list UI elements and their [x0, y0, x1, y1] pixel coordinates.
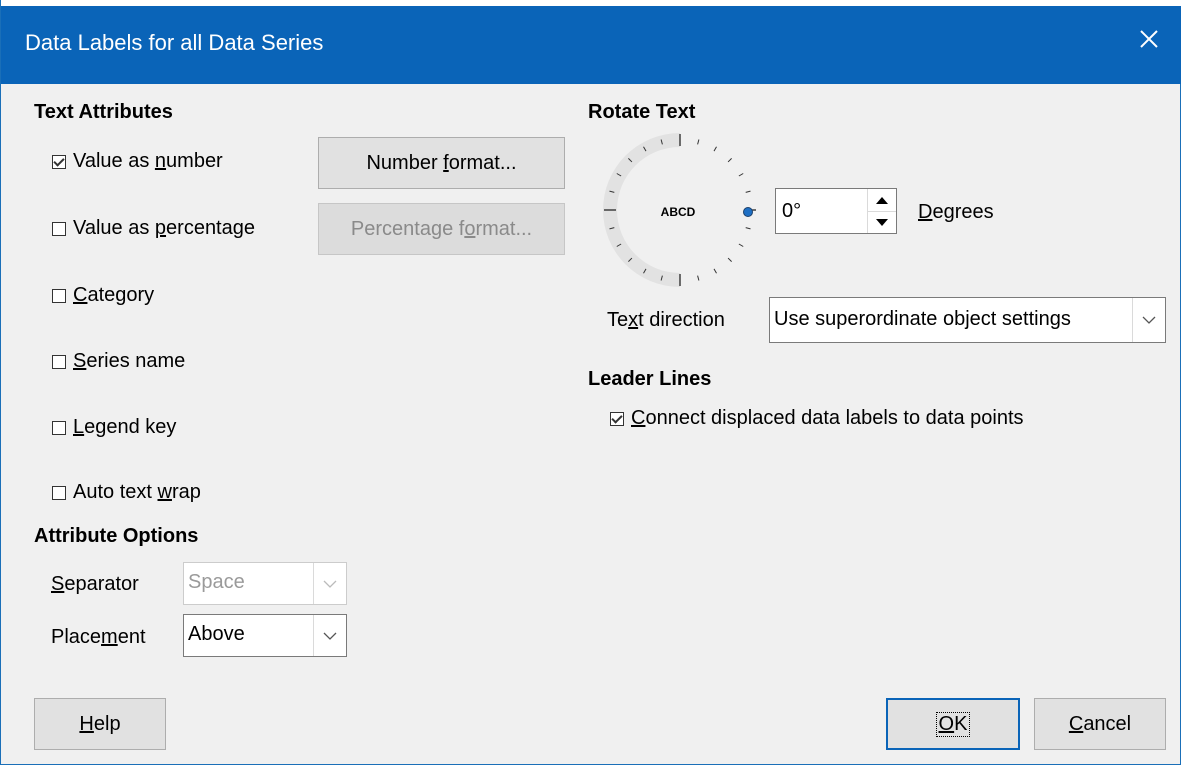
- dialog-title: Data Labels for all Data Series: [25, 30, 324, 55]
- spin-down-icon[interactable]: [868, 211, 896, 233]
- rotation-handle[interactable]: [743, 207, 753, 217]
- spin-up-icon[interactable]: [868, 189, 896, 212]
- value-as-number-label: Value as number: [73, 150, 223, 172]
- connect-leader-lines-label: Connect displaced data labels to data po…: [631, 407, 1024, 429]
- help-button[interactable]: Help: [34, 698, 166, 750]
- separator-label: Separator: [51, 573, 139, 595]
- legend-key-label: Legend key: [73, 416, 177, 438]
- series-name-checkbox[interactable]: Series name: [52, 350, 185, 373]
- number-format-button[interactable]: Number format...: [318, 137, 565, 189]
- dial-tick: [745, 190, 751, 193]
- text-direction-select[interactable]: Use superordinate object settings: [769, 297, 1166, 343]
- separator-select[interactable]: Space: [183, 562, 347, 605]
- rotation-dial[interactable]: ABCD: [600, 130, 760, 290]
- dial-tick: [697, 275, 700, 281]
- checkbox-box: [52, 485, 66, 500]
- auto-text-wrap-checkbox[interactable]: Auto text wrap: [52, 481, 201, 504]
- value-as-percentage-checkbox[interactable]: Value as percentage: [52, 217, 255, 240]
- series-name-label: Series name: [73, 350, 186, 372]
- dial-tick: [745, 227, 751, 230]
- value-as-percentage-label: Value as percentage: [73, 217, 255, 239]
- close-icon[interactable]: [1132, 22, 1166, 56]
- cancel-button[interactable]: Cancel: [1034, 698, 1166, 750]
- degrees-label: Degrees: [918, 201, 994, 223]
- category-label: Category: [73, 284, 155, 306]
- attribute-options-heading: Attribute Options: [34, 525, 199, 547]
- dial-tick: [738, 243, 744, 247]
- checkbox-box: [610, 411, 624, 426]
- leader-lines-heading: Leader Lines: [588, 368, 712, 390]
- connect-leader-lines-checkbox[interactable]: Connect displaced data labels to data po…: [610, 407, 1024, 430]
- dial-tick: [697, 139, 700, 145]
- text-attributes-heading: Text Attributes: [34, 101, 173, 123]
- title-bar-top-edge: [1, 0, 1181, 6]
- ok-button[interactable]: OK: [886, 698, 1020, 750]
- dial-tick: [713, 268, 717, 274]
- checkbox-box: [52, 420, 66, 435]
- percentage-format-button[interactable]: Percentage format...: [318, 203, 565, 255]
- dial-tick: [738, 173, 744, 177]
- rotate-text-heading: Rotate Text: [588, 101, 696, 123]
- category-checkbox[interactable]: Category: [52, 284, 154, 307]
- placement-select[interactable]: Above: [183, 614, 347, 657]
- checkbox-box: [52, 288, 66, 303]
- dial-tick: [727, 257, 732, 262]
- placement-label: Placement: [51, 626, 146, 648]
- checkbox-box: [52, 354, 66, 369]
- dialog-window: Data Labels for all Data Series Text Att…: [0, 0, 1181, 765]
- dial-tick: [713, 146, 717, 152]
- dial-label: ABCD: [661, 205, 696, 219]
- title-bar: Data Labels for all Data Series: [1, 0, 1181, 84]
- auto-text-wrap-label: Auto text wrap: [73, 481, 201, 503]
- chevron-down-icon: [313, 615, 346, 656]
- checkbox-box: [52, 154, 66, 169]
- checkbox-box: [52, 221, 66, 236]
- degrees-spinbox[interactable]: 0°: [775, 188, 897, 234]
- legend-key-checkbox[interactable]: Legend key: [52, 416, 176, 439]
- chevron-down-icon: [1132, 298, 1165, 342]
- value-as-number-checkbox[interactable]: Value as number: [52, 150, 223, 173]
- dial-tick: [727, 158, 732, 163]
- chevron-down-icon: [313, 563, 346, 604]
- text-direction-label: Text direction: [607, 309, 725, 331]
